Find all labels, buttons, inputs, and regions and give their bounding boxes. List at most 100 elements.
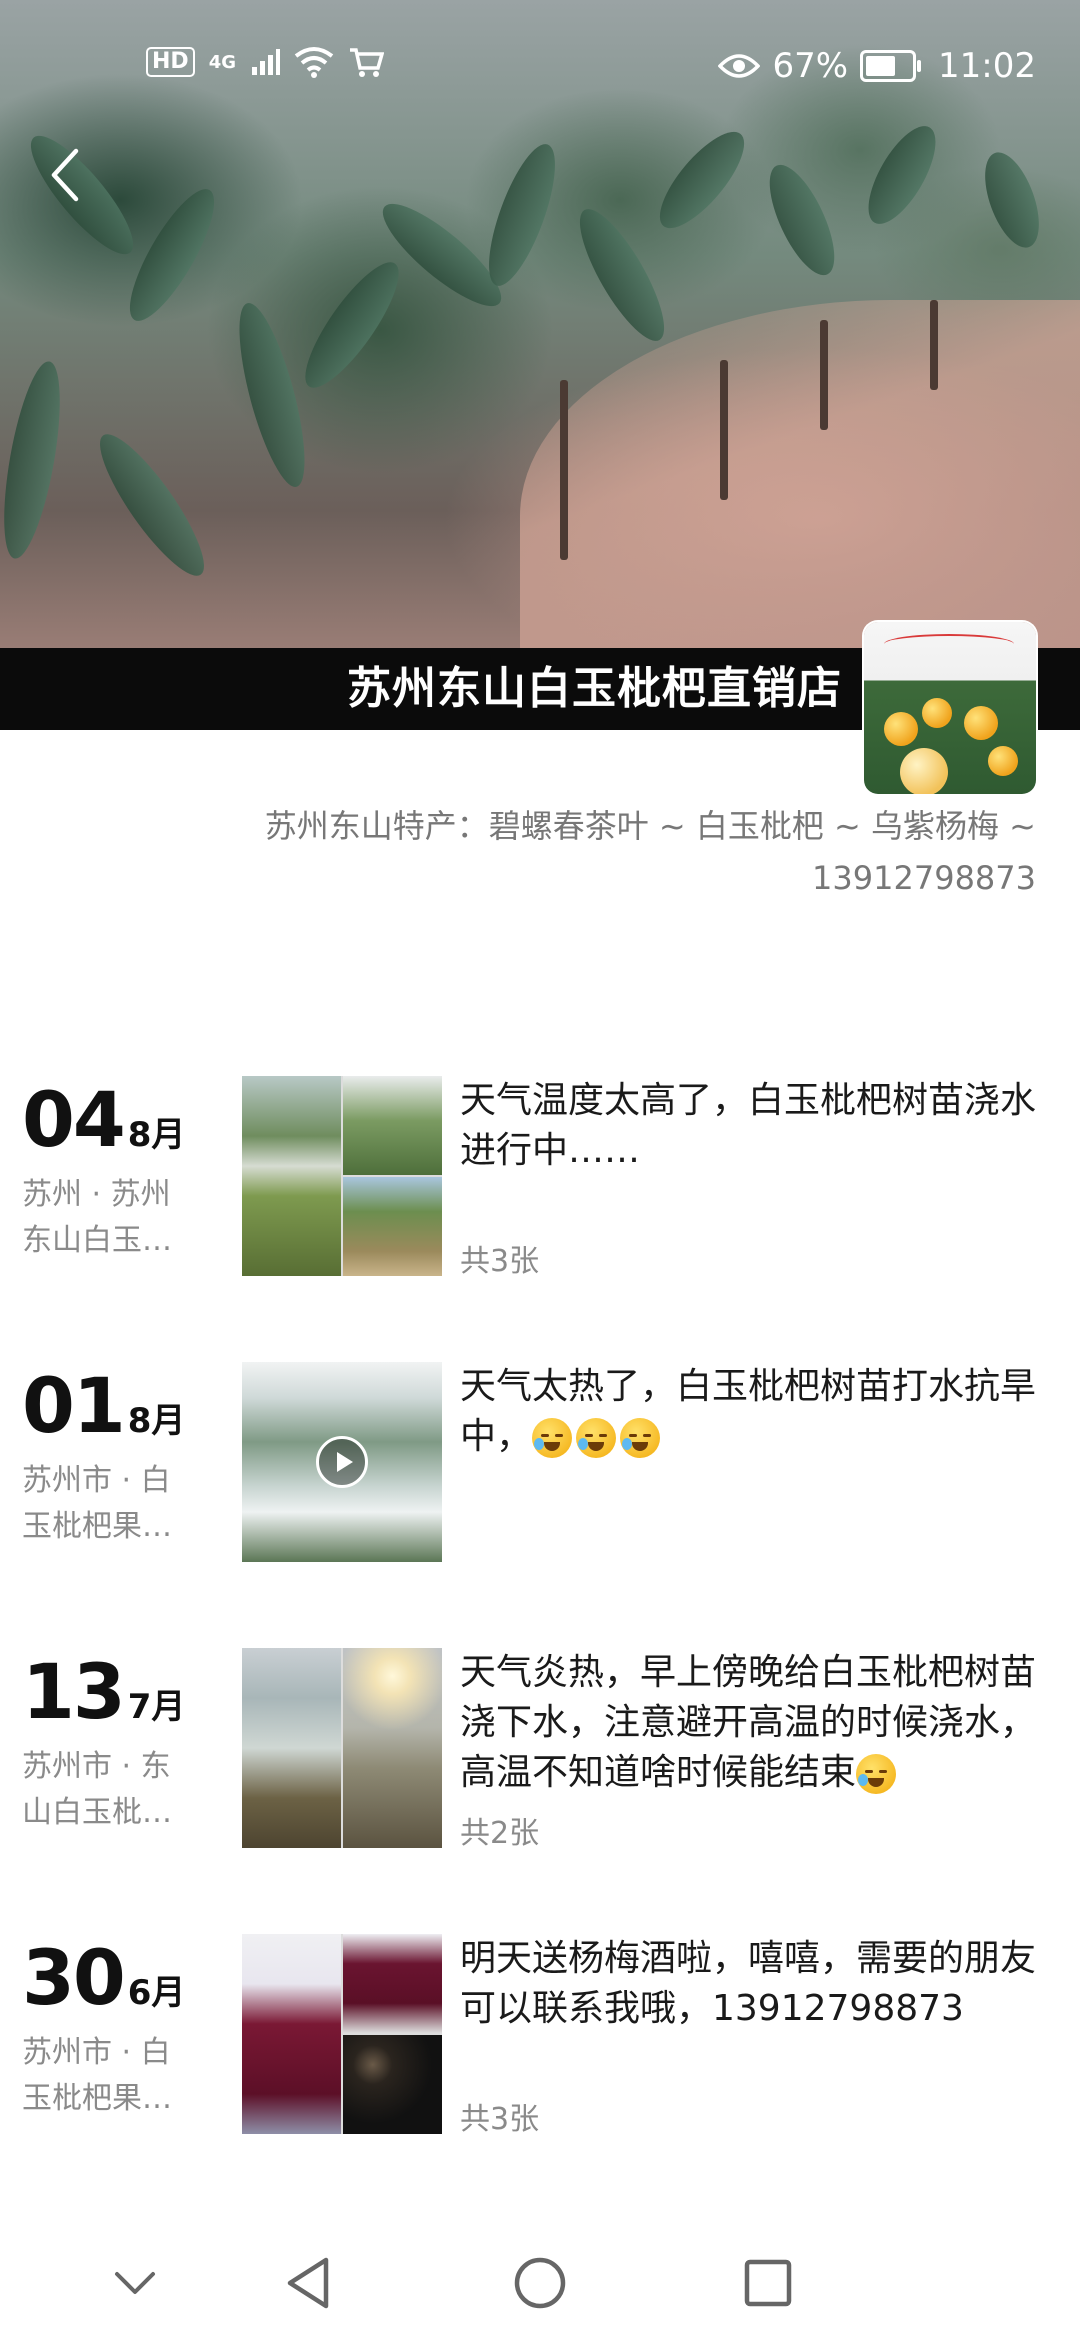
photo-count: 共2张: [460, 1816, 540, 1851]
post-text: 明天送杨梅酒啦，嘻嘻，需要的朋友可以联系我哦，13912798873: [460, 1938, 1037, 2029]
avatar-fruit: [988, 746, 1018, 776]
leaf: [646, 119, 758, 241]
collapse-button[interactable]: [95, 2248, 175, 2318]
system-nav-bar: [0, 2226, 1080, 2340]
moments-page: HD 4G 67% 11:02 苏州东山白玉枇杷直销店 苏州东山特产：碧螺春茶叶…: [0, 0, 1080, 2340]
crying-laughing-emoji-icon: [620, 1418, 661, 1458]
location-line: 苏州市 · 白: [22, 1463, 171, 1498]
hd-icon: HD: [146, 47, 195, 77]
soil-decoration: [520, 300, 1080, 660]
post-day: 13: [22, 1647, 126, 1736]
eye-icon: [718, 54, 761, 78]
photo-cell: [242, 1076, 341, 1276]
post-location[interactable]: 苏州 · 苏州 东山白玉…: [22, 1172, 192, 1264]
location-line: 苏州市 · 白: [22, 2035, 171, 2070]
post-location[interactable]: 苏州市 · 白 玉枇杷果…: [22, 1458, 192, 1550]
location-line: 东山白玉…: [22, 1223, 172, 1258]
battery-icon: [860, 50, 922, 82]
photo-count: 共3张: [460, 2102, 540, 2137]
photo-cell: [343, 2035, 442, 2134]
leaf: [226, 297, 318, 493]
feed-item[interactable]: 13 7月 苏州市 · 东 山白玉枇… 天气炎热，早上傍晚给白玉枇杷树苗浇下水，注…: [0, 1648, 1080, 1851]
avatar-fruit: [884, 712, 918, 746]
trunk: [820, 320, 828, 430]
nav-home-button[interactable]: [500, 2248, 580, 2318]
signature: 苏州东山特产：碧螺春茶叶 ~ 白玉枇杷 ~ 乌紫杨梅 ~ 13912798873: [264, 807, 1036, 897]
post-location[interactable]: 苏州市 · 东 山白玉枇…: [22, 1744, 192, 1836]
post-month: 7月: [127, 1687, 186, 1727]
leaf: [974, 145, 1050, 255]
cart-icon: [350, 48, 384, 77]
feed-item[interactable]: 30 6月 苏州市 · 白 玉枇杷果… 明天送杨梅酒啦，嘻嘻，需要的朋友可以联系我…: [0, 1934, 1080, 2137]
post-month: 6月: [127, 1973, 186, 2013]
collapse-chevron-icon: [115, 2272, 155, 2294]
post-thumbnail[interactable]: [242, 1076, 442, 1276]
clock: 11:02: [938, 46, 1036, 86]
avatar-ribbon: [884, 634, 1014, 654]
nav-back-button[interactable]: [268, 2248, 348, 2318]
post-day: 04: [22, 1075, 126, 1164]
location-line: 苏州 · 苏州: [22, 1177, 171, 1212]
network-label: 4G: [208, 51, 236, 73]
location-line: 山白玉枇…: [22, 1795, 172, 1830]
post-text: 天气炎热，早上傍晚给白玉枇杷树苗浇下水，注意避开高温的时候浇水，高温不知道啥时候…: [460, 1648, 1040, 1798]
crying-laughing-emoji-icon: [576, 1418, 617, 1458]
leaf: [290, 250, 414, 400]
status-right: 67% 11:02: [718, 46, 1036, 86]
recents-square-icon: [744, 2259, 792, 2307]
trunk: [720, 360, 728, 500]
leaf: [855, 116, 949, 234]
post-text: 天气太热了，白玉枇杷树苗打水抗旱中，: [460, 1362, 1040, 1462]
battery-percent: 67%: [772, 46, 849, 86]
post-date: 13 7月: [22, 1654, 185, 1745]
back-triangle-icon: [287, 2257, 329, 2309]
shop-name[interactable]: 苏州东山白玉枇杷直销店: [347, 648, 842, 730]
wifi-icon: [294, 47, 334, 78]
photo-cell: [343, 1934, 442, 2033]
leaf: [475, 136, 569, 294]
post-thumbnail[interactable]: [242, 1934, 442, 2134]
post-thumbnail[interactable]: [242, 1648, 442, 1848]
feed-item[interactable]: 01 8月 苏州市 · 白 玉枇杷果… 天气太热了，白玉枇杷树苗打水抗旱中，: [0, 1362, 1080, 1562]
trunk: [560, 380, 568, 560]
feed-item[interactable]: 04 8月 苏州 · 苏州 东山白玉… 天气温度太高了，白玉枇杷树苗浇水进行中………: [0, 1076, 1080, 1279]
leaf: [85, 422, 219, 588]
post-text-content: 天气炎热，早上傍晚给白玉枇杷树苗浇下水，注意避开高温的时候浇水，高温不知道啥时候…: [460, 1652, 1037, 1793]
post-text: 天气温度太高了，白玉枇杷树苗浇水进行中……: [460, 1080, 1037, 1171]
nav-recents-button[interactable]: [728, 2248, 808, 2318]
post-month: 8月: [127, 1401, 186, 1441]
back-button[interactable]: [30, 140, 100, 210]
location-line: 玉枇杷果…: [22, 1509, 172, 1544]
post-date: 01 8月: [22, 1368, 185, 1459]
crying-laughing-emoji-icon: [856, 1754, 897, 1794]
avatar-fruit: [922, 698, 952, 728]
home-circle-icon: [514, 2257, 566, 2309]
leaf: [0, 357, 72, 563]
avatar-fruit: [964, 706, 998, 740]
avatar[interactable]: [864, 622, 1036, 794]
photo-cell: [343, 1648, 442, 1848]
back-arrow-icon: [51, 148, 79, 202]
post-month: 8月: [127, 1115, 186, 1155]
battery-fill: [866, 56, 896, 76]
video-thumbnail[interactable]: [242, 1362, 442, 1562]
post-location[interactable]: 苏州市 · 白 玉枇杷果…: [22, 2030, 192, 2122]
leaf: [756, 156, 848, 284]
signal-icon: [252, 49, 280, 75]
post-date: 30 6月: [22, 1940, 185, 2031]
avatar-fruit: [900, 748, 948, 794]
photo-count: 共3张: [460, 1244, 540, 1279]
location-line: 苏州市 · 东: [22, 1749, 171, 1784]
post-date: 04 8月: [22, 1082, 185, 1173]
post-day: 01: [22, 1361, 126, 1450]
leaf: [115, 179, 229, 331]
post-day: 30: [22, 1933, 126, 2022]
status-left: HD 4G: [146, 46, 384, 78]
photo-cell: [343, 1076, 442, 1175]
photo-cell: [343, 1177, 442, 1276]
photo-cell: [242, 1648, 341, 1848]
trunk: [930, 300, 938, 390]
play-icon[interactable]: [316, 1436, 368, 1488]
status-bar: HD 4G 67% 11:02: [0, 0, 1080, 130]
emoji-group: [532, 1418, 661, 1458]
